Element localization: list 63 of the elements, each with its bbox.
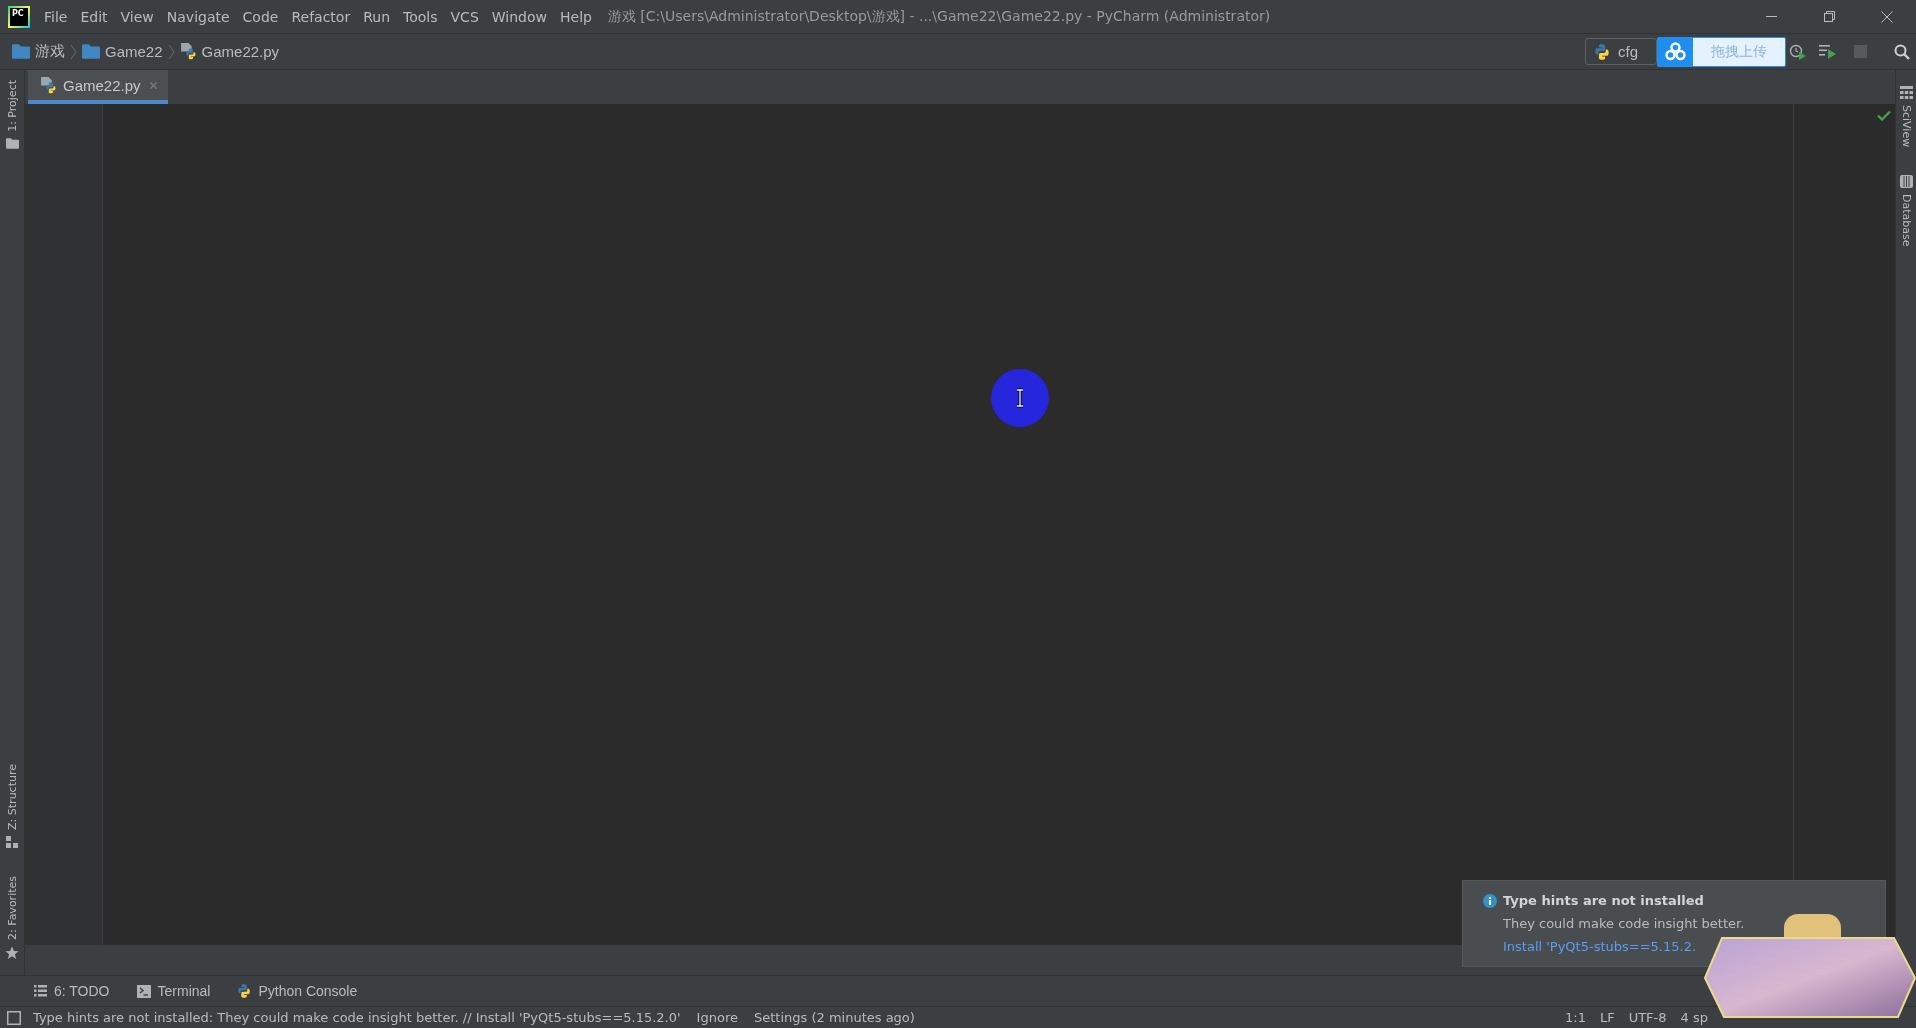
chevron-icon [167,43,175,60]
folder-icon [5,137,19,149]
menu-item[interactable]: Window [485,5,553,28]
breadcrumb-item[interactable]: 游戏 [12,42,65,61]
tool-window-button[interactable]: Database [1899,175,1913,247]
menu-item[interactable]: Tools [397,5,444,28]
terminal-icon [136,984,151,998]
folder-icon [12,44,30,59]
status-text: Ignore [696,1010,738,1025]
database-icon [1899,175,1913,189]
minimize-icon [1765,16,1777,17]
folder-icon [82,44,100,59]
python-file-icon [179,43,197,60]
clock-play-icon [1789,43,1807,60]
cloud-icon [1658,37,1693,66]
menu-item[interactable]: File [38,5,74,28]
chevron-icon [70,43,77,60]
text-cursor-icon [991,369,1049,427]
status-item[interactable]: LF [1599,1010,1615,1025]
notification-text: They could make code insight better. [1503,915,1745,933]
tool-window-button[interactable]: SciView [1899,86,1913,148]
list-icon [34,985,47,997]
run-configuration-dropdown[interactable]: cfg [1585,38,1657,65]
stop-icon [1853,45,1867,58]
window-title: 游戏 [C:\Users\Administrator\Desktop\游戏] - ...\Game22\Game22.py - PyCharm (Administrator) [607,7,1271,26]
tool-window-button[interactable]: 2: Favorites [5,876,19,960]
tool-window-button[interactable]: 1: Project [5,80,19,149]
star-icon [5,946,19,960]
menu-item[interactable]: VCS [444,5,485,28]
breadcrumb-item[interactable]: Game22.py [179,43,280,60]
install-link[interactable]: Install 'PyQt5-stubs==5.15.2. [1503,936,1697,957]
menu-item[interactable]: Help [554,5,598,28]
menu-item[interactable]: Navigate [160,5,236,28]
menu-item[interactable]: Refactor [285,5,357,28]
check-icon [1877,110,1891,121]
app-logo: PC [8,5,30,28]
lines-play-icon [1819,44,1837,59]
status-item[interactable]: 1:1 [1565,1010,1586,1025]
structure-icon [6,836,18,849]
status-item[interactable]: UTF-8 [1628,1010,1667,1025]
breadcrumb-item[interactable]: Game22 [82,43,163,60]
editor-tab[interactable]: Game22.py [28,70,168,104]
tool-window-button[interactable]: Python Console [237,983,358,999]
info-icon [1483,893,1497,908]
close-icon [1881,10,1893,23]
menu-item[interactable]: View [114,5,160,28]
square-icon[interactable] [7,1010,21,1025]
python-file-icon [40,76,57,94]
notification-title: Type hints are not installed [1503,892,1704,910]
status-item[interactable]: 4 sp [1680,1010,1708,1025]
python-icon [1594,43,1610,60]
tool-window-button[interactable]: Terminal [136,983,211,999]
grid-icon [1899,86,1913,99]
restore-icon [1823,11,1835,22]
python-icon [237,984,252,998]
status-message: Type hints are not installed: They could make code insight better. // Install 'PyQt5-stubs==5.15.2.0' [33,1010,681,1025]
menu-item[interactable]: Run [357,5,397,28]
menu-item[interactable]: Code [236,5,285,28]
tool-window-button[interactable]: 6: TODO [34,983,110,999]
status-text: Settings (2 minutes ago) [753,1010,915,1025]
tool-window-button[interactable]: Z: Structure [5,764,19,849]
search-icon [1894,43,1910,60]
menu-item[interactable]: Edit [74,5,114,28]
